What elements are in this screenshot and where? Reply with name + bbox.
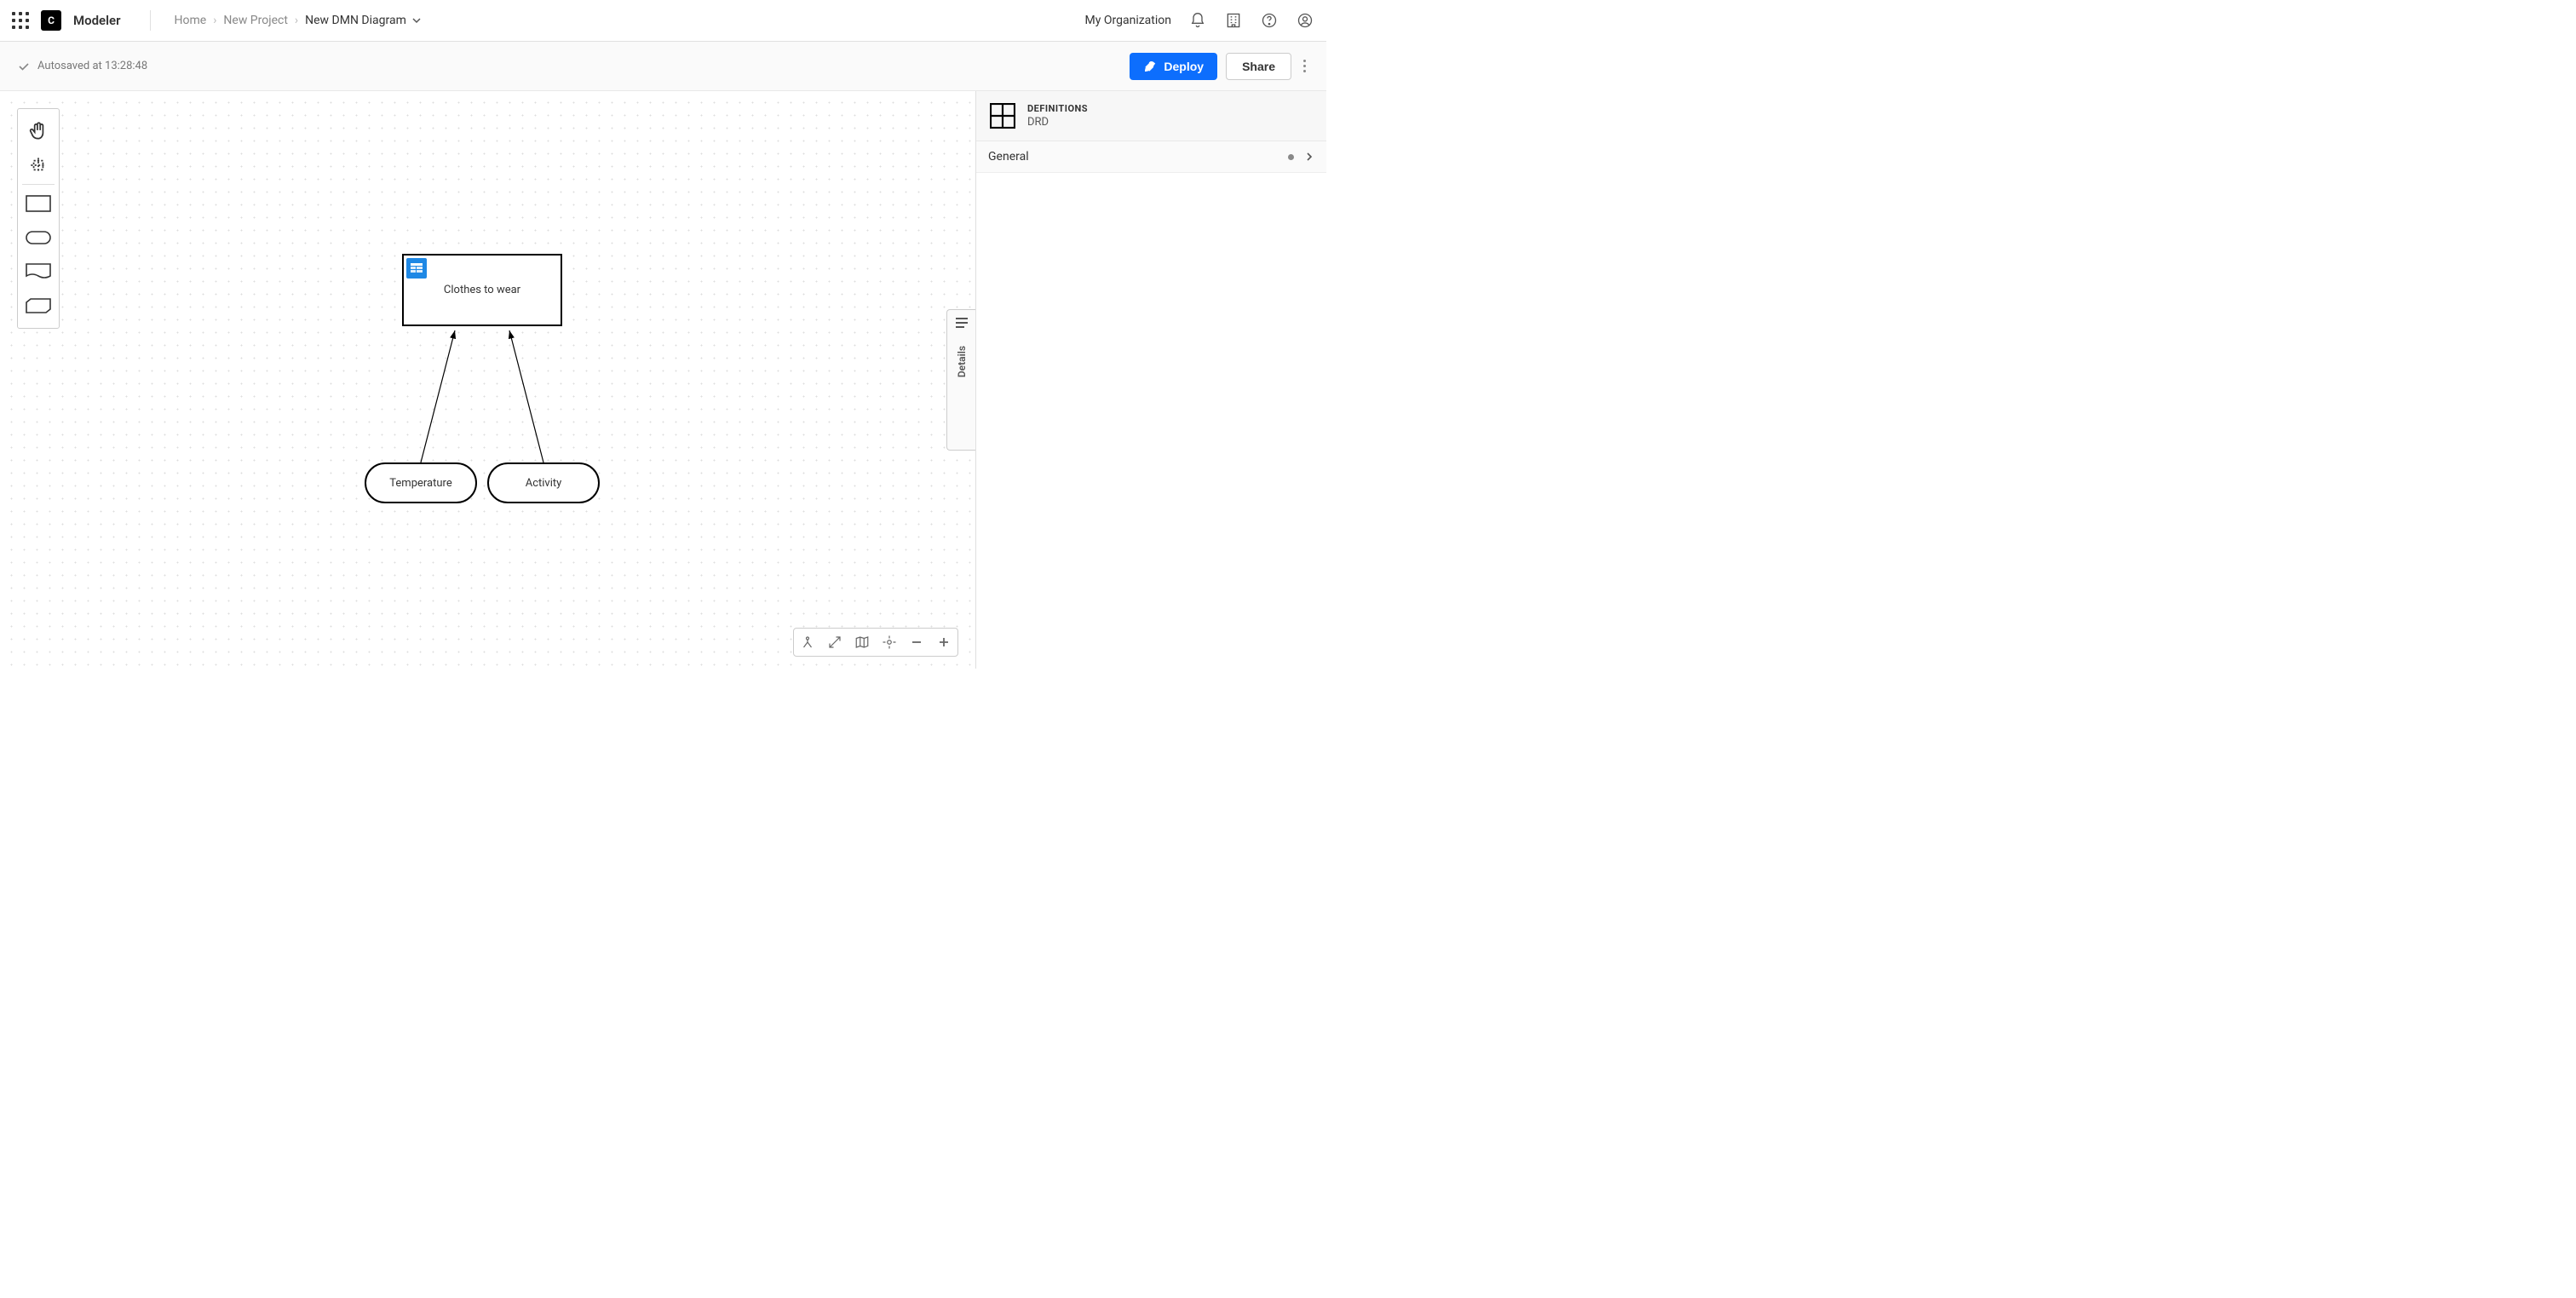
decision-node-label: Clothes to wear: [444, 284, 520, 296]
view-controls: [793, 628, 958, 657]
chevron-right-icon: ›: [213, 14, 216, 27]
app-logo: C: [41, 10, 61, 31]
check-icon: [17, 60, 31, 73]
input-node-activity[interactable]: Activity: [487, 462, 600, 503]
details-tab-label: Details: [956, 346, 968, 377]
top-header: C Modeler Home › New Project › New DMN D…: [0, 0, 1326, 42]
palette-separator: [22, 184, 55, 185]
table-icon: [990, 103, 1015, 129]
create-bkm-tool[interactable]: [21, 289, 55, 323]
apps-menu-icon[interactable]: [12, 12, 29, 29]
properties-panel: DEFINITIONS DRD General: [975, 91, 1326, 669]
deploy-button[interactable]: Deploy: [1130, 53, 1217, 80]
deploy-label: Deploy: [1164, 60, 1204, 73]
panel-section-general[interactable]: General: [976, 141, 1326, 173]
help-icon[interactable]: [1260, 11, 1279, 30]
lasso-tool[interactable]: [21, 148, 55, 182]
center-button[interactable]: [876, 629, 903, 656]
header-left: C Modeler Home › New Project › New DMN D…: [12, 10, 422, 31]
breadcrumb-current[interactable]: New DMN Diagram: [305, 14, 422, 27]
zoom-out-button[interactable]: [903, 629, 930, 656]
app-name: Modeler: [73, 13, 121, 28]
subheader-actions: Deploy Share: [1130, 53, 1309, 80]
zoom-in-button[interactable]: [930, 629, 957, 656]
menu-icon: [955, 317, 969, 329]
bell-icon[interactable]: [1188, 11, 1207, 30]
panel-supertitle: DEFINITIONS: [1027, 103, 1088, 114]
autosave-text: Autosaved at 13:28:48: [37, 60, 147, 72]
create-decision-tool[interactable]: [21, 187, 55, 221]
breadcrumb-project[interactable]: New Project: [223, 14, 288, 27]
properties-panel-header: DEFINITIONS DRD: [976, 91, 1326, 141]
reset-view-button[interactable]: [794, 629, 821, 656]
status-dot-icon: [1288, 154, 1294, 160]
create-knowledge-source-tool[interactable]: [21, 255, 55, 289]
drd-canvas[interactable]: Clothes to wear Temperature Activity: [0, 91, 975, 669]
more-menu-button[interactable]: [1300, 56, 1309, 76]
chevron-down-icon: [411, 15, 422, 26]
breadcrumb: Home › New Project › New DMN Diagram: [175, 14, 422, 27]
rocket-icon: [1143, 60, 1157, 73]
input-node-label: Temperature: [389, 477, 451, 490]
minimap-button[interactable]: [848, 629, 876, 656]
decision-node-clothes[interactable]: Clothes to wear: [402, 254, 562, 326]
connectors: [0, 91, 975, 669]
panel-section-label: General: [988, 150, 1288, 164]
organization-label[interactable]: My Organization: [1085, 14, 1171, 27]
building-icon[interactable]: [1224, 11, 1243, 30]
canvas-wrapper: Clothes to wear Temperature Activity: [0, 91, 975, 669]
tool-palette: [17, 108, 60, 329]
fit-view-button[interactable]: [821, 629, 848, 656]
autosave-status: Autosaved at 13:28:48: [17, 60, 147, 73]
divider: [150, 10, 151, 31]
share-button[interactable]: Share: [1226, 53, 1291, 80]
panel-header-titles: DEFINITIONS DRD: [1027, 103, 1088, 129]
breadcrumb-home[interactable]: Home: [175, 14, 207, 27]
details-tab-toggle[interactable]: Details: [946, 309, 975, 451]
main-area: Clothes to wear Temperature Activity: [0, 91, 1326, 669]
chevron-right-icon: ›: [295, 14, 298, 27]
header-right: My Organization: [1085, 11, 1314, 30]
sub-header: Autosaved at 13:28:48 Deploy Share: [0, 42, 1326, 91]
decision-table-icon: [406, 258, 427, 279]
breadcrumb-current-label: New DMN Diagram: [305, 14, 406, 27]
input-node-label: Activity: [526, 477, 562, 490]
create-input-data-tool[interactable]: [21, 221, 55, 255]
user-icon[interactable]: [1296, 11, 1314, 30]
chevron-right-icon: [1304, 152, 1314, 162]
hand-tool[interactable]: [21, 114, 55, 148]
panel-title: DRD: [1027, 116, 1088, 129]
input-node-temperature[interactable]: Temperature: [365, 462, 477, 503]
